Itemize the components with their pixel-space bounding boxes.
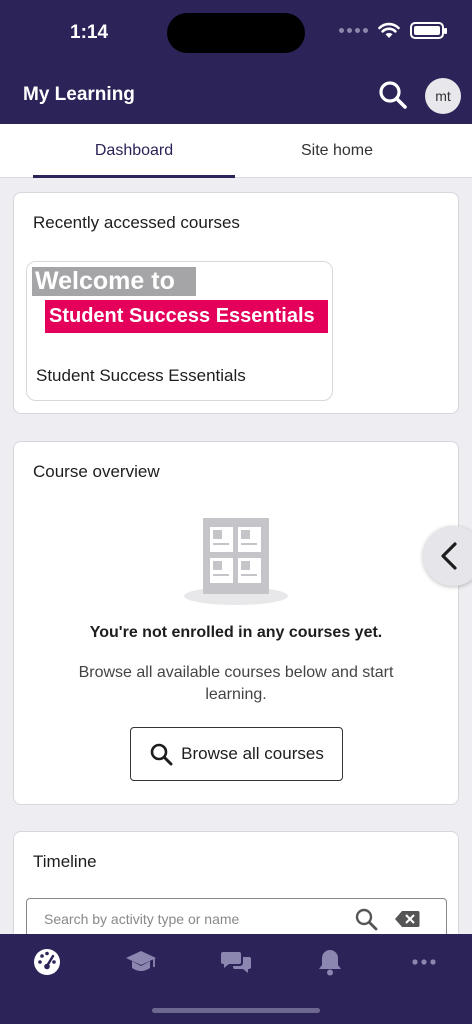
search-button[interactable] (376, 78, 410, 112)
battery-icon (410, 22, 447, 39)
empty-state-title: You're not enrolled in any courses yet. (89, 624, 383, 641)
dashboard-icon (34, 949, 60, 975)
messages-icon (221, 952, 251, 973)
timeline-search-placeholder: Search by activity type or name (44, 911, 240, 927)
more-icon (412, 959, 436, 965)
chevron-left-icon (441, 542, 457, 570)
course-name: Student Success Essentials (36, 366, 246, 385)
app-header: 1:14 My Learning mt (0, 0, 472, 124)
course-overview-card: Course overview You're not enrolled in a… (13, 441, 459, 805)
browse-all-courses-label: Browse all courses (181, 744, 324, 763)
status-time: 1:14 (70, 22, 109, 43)
tab-bar: Dashboard Site home (0, 124, 472, 178)
course-overview-title: Course overview (33, 462, 160, 481)
course-card[interactable]: Welcome to Student Success Essentials St… (26, 261, 333, 401)
course-image: Welcome to Student Success Essentials (27, 262, 332, 342)
search-icon (150, 743, 173, 766)
course-image-line2: Student Success Essentials (45, 300, 328, 333)
nav-courses[interactable] (123, 946, 159, 978)
dynamic-island (167, 13, 305, 53)
timeline-search-input[interactable]: Search by activity type or name (26, 898, 447, 938)
graduation-cap-icon (126, 951, 156, 971)
cellular-signal-icon (339, 28, 368, 33)
nav-notifications[interactable] (312, 946, 348, 978)
bell-icon (319, 950, 341, 976)
timeline-title: Timeline (33, 852, 97, 871)
empty-state-text: Browse all available courses below and s… (78, 664, 394, 703)
recent-courses-card: Recently accessed courses Welcome to Stu… (13, 192, 459, 414)
tab-site-home[interactable]: Site home (236, 124, 438, 178)
empty-courses-illustration-icon (184, 518, 288, 605)
status-icons (339, 22, 447, 39)
user-avatar[interactable]: mt (425, 78, 461, 114)
page-title: My Learning (23, 84, 135, 105)
recent-courses-title: Recently accessed courses (33, 213, 240, 232)
home-indicator[interactable] (152, 1008, 320, 1013)
wifi-icon (378, 22, 400, 38)
search-icon (379, 81, 407, 109)
tab-dashboard[interactable]: Dashboard (33, 124, 235, 178)
nav-dashboard[interactable] (29, 946, 65, 978)
clear-input-icon[interactable] (394, 910, 420, 928)
course-image-line1: Welcome to (32, 267, 196, 296)
nav-more[interactable] (406, 946, 442, 978)
browse-all-courses-button[interactable]: Browse all courses (130, 727, 343, 781)
nav-messages[interactable] (218, 946, 254, 978)
search-icon[interactable] (354, 907, 378, 931)
